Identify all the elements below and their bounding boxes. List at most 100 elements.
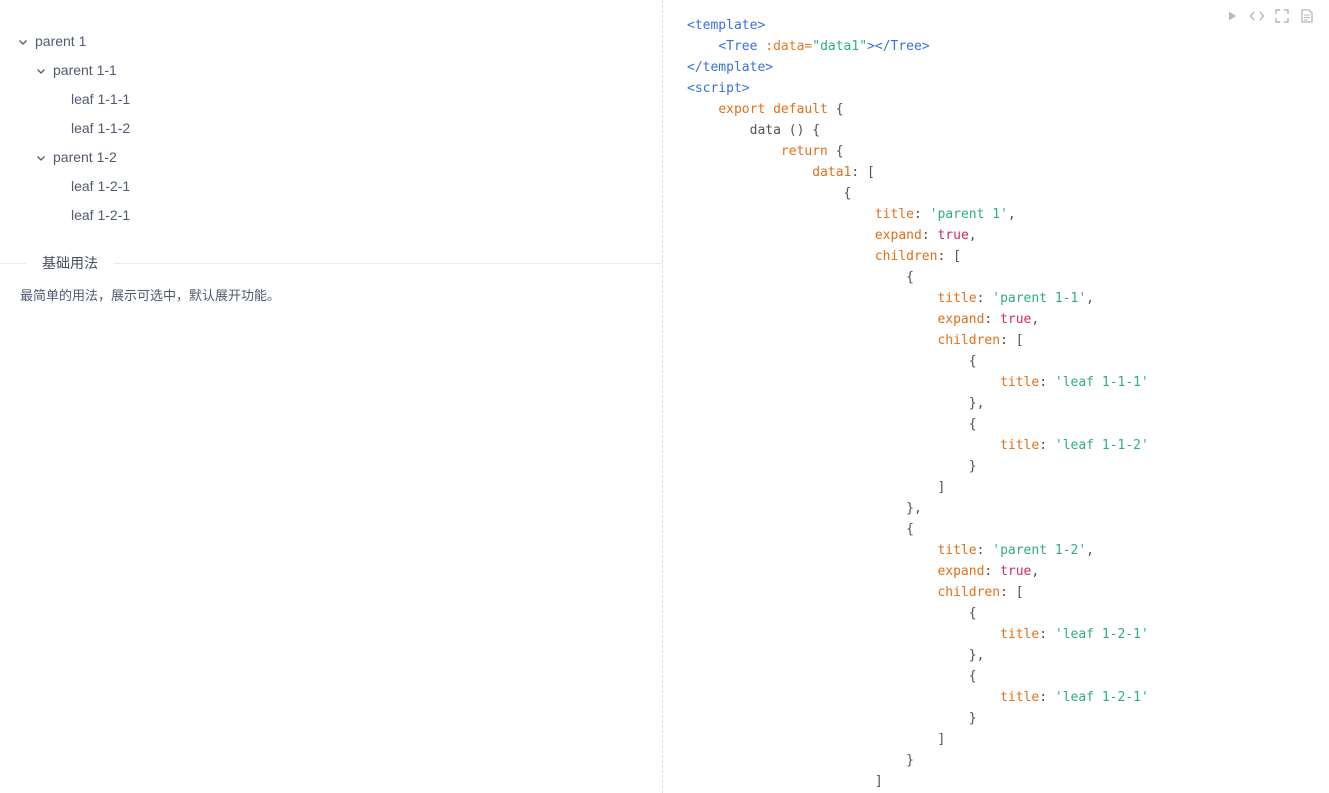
- code-token: ,: [1007, 207, 1016, 222]
- code-token: ,: [968, 228, 977, 243]
- code-token: title: [937, 543, 977, 558]
- code-token: </template>: [687, 60, 774, 75]
- code-token: :: [1039, 627, 1055, 642]
- code-token: 'leaf 1-2-1': [1054, 690, 1149, 705]
- chevron-down-icon[interactable]: [34, 146, 48, 169]
- tree-node-title[interactable]: parent 1-2: [53, 146, 117, 169]
- code-token: data () {: [749, 123, 821, 138]
- demo-description: 最简单的用法，展示可选中，默认展开功能。: [20, 288, 281, 303]
- code-token: export default: [718, 102, 828, 117]
- code-token: 'parent 1': [929, 207, 1008, 222]
- code-token: :: [1039, 690, 1055, 705]
- code-token: }: [968, 459, 977, 474]
- code-icon[interactable]: [1249, 8, 1265, 24]
- code-token: ]: [937, 732, 946, 747]
- tree-node-leaf-1-2-1: leaf 1-2-1: [16, 172, 130, 201]
- fullscreen-icon[interactable]: [1274, 8, 1290, 24]
- code-token: return: [780, 144, 828, 159]
- tree-node-title[interactable]: leaf 1-2-1: [71, 175, 130, 198]
- code-token: title: [874, 207, 914, 222]
- code-token: 'parent 1-2': [992, 543, 1087, 558]
- code-token: {: [906, 270, 914, 285]
- tree-node-title[interactable]: leaf 1-2-1: [71, 204, 130, 227]
- code-token: {: [968, 354, 977, 369]
- code-token: {: [968, 606, 977, 621]
- code-token: ,: [1031, 312, 1040, 327]
- code-token: 'leaf 1-1-1': [1054, 375, 1149, 390]
- code-token: <script>: [687, 81, 750, 96]
- code-token: ]: [937, 480, 946, 495]
- tree: parent 1 parent 1-1 leaf 1-1-1 leaf 1-1-…: [16, 27, 130, 230]
- copy-icon[interactable]: [1299, 8, 1315, 24]
- code-panel: <template> <Tree :data="data1"></Tree> <…: [662, 0, 1329, 793]
- code-token: },: [906, 501, 922, 516]
- tree-node-parent-1-2: parent 1-2: [16, 143, 130, 172]
- code-token: :: [984, 564, 1001, 579]
- code-token: children: [937, 333, 1001, 348]
- code-token: : [: [1000, 333, 1024, 348]
- tree-node-parent-1: parent 1: [16, 27, 130, 56]
- demo-panel: parent 1 parent 1-1 leaf 1-1-1 leaf 1-1-…: [0, 0, 662, 793]
- code-token: ]: [874, 774, 883, 789]
- code-token: :: [976, 543, 993, 558]
- code-token: ,: [1031, 564, 1040, 579]
- code-token: {: [827, 144, 844, 159]
- code-token: :: [984, 312, 1001, 327]
- code-token: <template>: [687, 18, 766, 33]
- tree-node-title[interactable]: parent 1-1: [53, 59, 117, 82]
- code-token: {: [843, 186, 852, 201]
- code-token: :data=: [757, 39, 813, 54]
- code-token: : [: [1000, 585, 1024, 600]
- play-icon[interactable]: [1224, 8, 1240, 24]
- code-token: </Tree>: [874, 39, 930, 54]
- tree-node-leaf-1-2-1-second: leaf 1-2-1: [16, 201, 130, 230]
- code-token: :: [921, 228, 938, 243]
- code-token: : [: [937, 249, 961, 264]
- code-token: >: [867, 39, 875, 54]
- code-token: children: [937, 585, 1001, 600]
- tree-node-leaf-1-1-2: leaf 1-1-2: [16, 114, 130, 143]
- code-block: <template> <Tree :data="data1"></Tree> <…: [687, 15, 1149, 792]
- code-token: :: [976, 291, 993, 306]
- code-token: :: [1039, 375, 1055, 390]
- code-token: expand: [937, 312, 985, 327]
- code-token: expand: [874, 228, 922, 243]
- code-token: title: [1000, 690, 1040, 705]
- code-token: }: [968, 711, 977, 726]
- code-token: :: [1039, 438, 1055, 453]
- code-token: }: [906, 753, 914, 768]
- code-token: title: [937, 291, 977, 306]
- code-toolbar: [1224, 8, 1315, 24]
- code-token: title: [1000, 438, 1040, 453]
- code-token: {: [968, 669, 977, 684]
- code-token: true: [1000, 564, 1032, 579]
- code-token: },: [968, 648, 985, 663]
- code-token: <Tree: [718, 39, 758, 54]
- code-token: title: [1000, 627, 1040, 642]
- code-token: {: [827, 102, 844, 117]
- code-token: title: [1000, 375, 1040, 390]
- tree-node-parent-1-1: parent 1-1: [16, 56, 130, 85]
- tree-node-title[interactable]: leaf 1-1-2: [71, 117, 130, 140]
- code-token: 'parent 1-1': [992, 291, 1087, 306]
- code-token: },: [968, 396, 985, 411]
- code-token: true: [1000, 312, 1032, 327]
- code-token: ,: [1086, 291, 1094, 306]
- tree-node-title[interactable]: parent 1: [35, 30, 86, 53]
- code-token: 'leaf 1-1-2': [1054, 438, 1149, 453]
- chevron-down-icon[interactable]: [34, 59, 48, 82]
- code-token: "data1": [812, 39, 868, 54]
- code-token: 'leaf 1-2-1': [1054, 627, 1149, 642]
- demo-title: 基础用法: [26, 254, 114, 272]
- code-token: children: [874, 249, 938, 264]
- tree-node-leaf-1-1-1: leaf 1-1-1: [16, 85, 130, 114]
- tree-node-title[interactable]: leaf 1-1-1: [71, 88, 130, 111]
- code-token: {: [906, 522, 914, 537]
- code-token: true: [937, 228, 969, 243]
- chevron-down-icon[interactable]: [16, 30, 30, 53]
- code-token: data1: [812, 165, 852, 180]
- code-token: {: [968, 417, 977, 432]
- code-token: : [: [851, 165, 875, 180]
- code-token: :: [913, 207, 930, 222]
- code-token: expand: [937, 564, 985, 579]
